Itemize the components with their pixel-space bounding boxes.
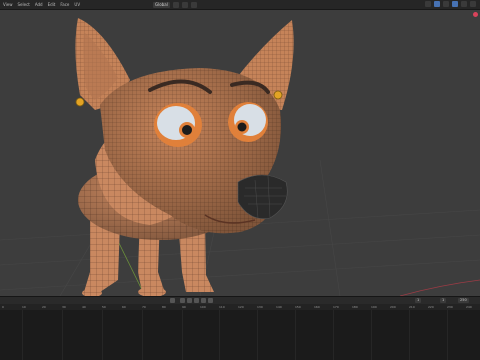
viewport-header: View Select Add Edit Face UV Global — [0, 0, 480, 10]
overlay-icon[interactable] — [425, 1, 431, 7]
menu-face[interactable]: Face — [60, 0, 69, 9]
menu-select[interactable]: Select — [18, 0, 30, 9]
navigation-gizmo[interactable] — [473, 12, 478, 17]
track-gridline — [62, 310, 63, 360]
track-gridline — [371, 310, 372, 360]
frame-start-field[interactable]: 1 — [440, 298, 447, 303]
track-gridline — [22, 310, 23, 360]
track-gridline — [257, 310, 258, 360]
jump-start-icon[interactable] — [170, 298, 175, 303]
menu-edit[interactable]: Edit — [48, 0, 56, 9]
viewport-canvas[interactable] — [0, 10, 480, 296]
track-gridline — [295, 310, 296, 360]
play-icon[interactable] — [194, 298, 199, 303]
track-gridline — [142, 310, 143, 360]
track-gridline — [409, 310, 410, 360]
orientation-dropdown[interactable]: Global — [153, 1, 170, 8]
current-frame-field[interactable]: 1 — [415, 298, 422, 303]
menu-add[interactable]: Add — [35, 0, 43, 9]
x-axis-line — [399, 279, 480, 296]
shading-controls — [425, 1, 476, 7]
earring-left — [75, 97, 85, 107]
track-gridline — [333, 310, 334, 360]
track-gridline — [447, 310, 448, 360]
timeline-tracks[interactable] — [0, 310, 480, 360]
frame-end-field[interactable]: 250 — [458, 298, 469, 303]
eye-right — [228, 102, 268, 142]
menu-view[interactable]: View — [3, 0, 13, 9]
3d-viewport[interactable] — [0, 10, 480, 296]
eye-left — [154, 103, 202, 147]
jump-end-icon[interactable] — [208, 298, 213, 303]
next-key-icon[interactable] — [201, 298, 206, 303]
snap-target-icon[interactable] — [181, 1, 188, 8]
magnet-icon[interactable] — [172, 1, 179, 8]
header-menu: View Select Add Edit Face UV — [3, 0, 80, 9]
cartoon-fox-model — [75, 18, 294, 296]
xray-icon[interactable] — [434, 1, 440, 7]
material-shading-icon[interactable] — [461, 1, 467, 7]
track-gridline — [219, 310, 220, 360]
menu-uv[interactable]: UV — [74, 0, 80, 9]
solid-shading-icon[interactable] — [452, 1, 458, 7]
track-gridline — [102, 310, 103, 360]
rendered-shading-icon[interactable] — [470, 1, 476, 7]
timeline-header: 1 1 250 — [0, 296, 480, 304]
prev-key-icon[interactable] — [180, 298, 185, 303]
proportional-icon[interactable] — [190, 1, 197, 8]
transform-controls: Global — [153, 1, 197, 8]
track-gridline — [182, 310, 183, 360]
play-reverse-icon[interactable] — [187, 298, 192, 303]
wireframe-shading-icon[interactable] — [443, 1, 449, 7]
earring-right — [273, 90, 283, 100]
axis-x-icon[interactable] — [473, 12, 478, 17]
